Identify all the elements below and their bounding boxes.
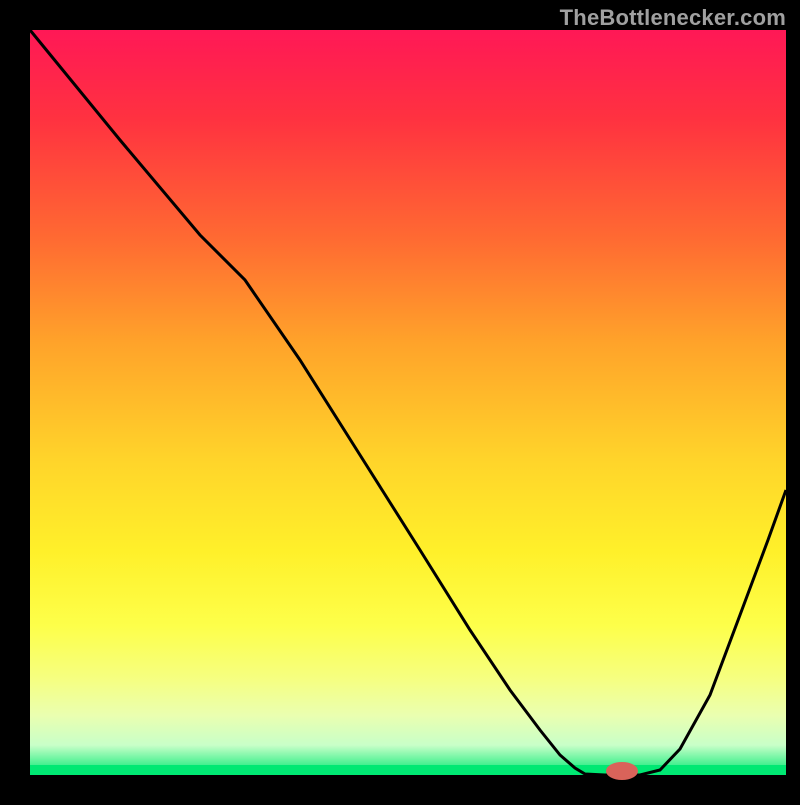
- bottleneck-chart: [0, 0, 800, 800]
- optimal-marker: [606, 762, 638, 780]
- watermark-text: TheBottlenecker.com: [560, 5, 786, 31]
- chart-svg: [0, 0, 800, 800]
- plot-background: [30, 30, 786, 775]
- green-strip: [30, 765, 786, 775]
